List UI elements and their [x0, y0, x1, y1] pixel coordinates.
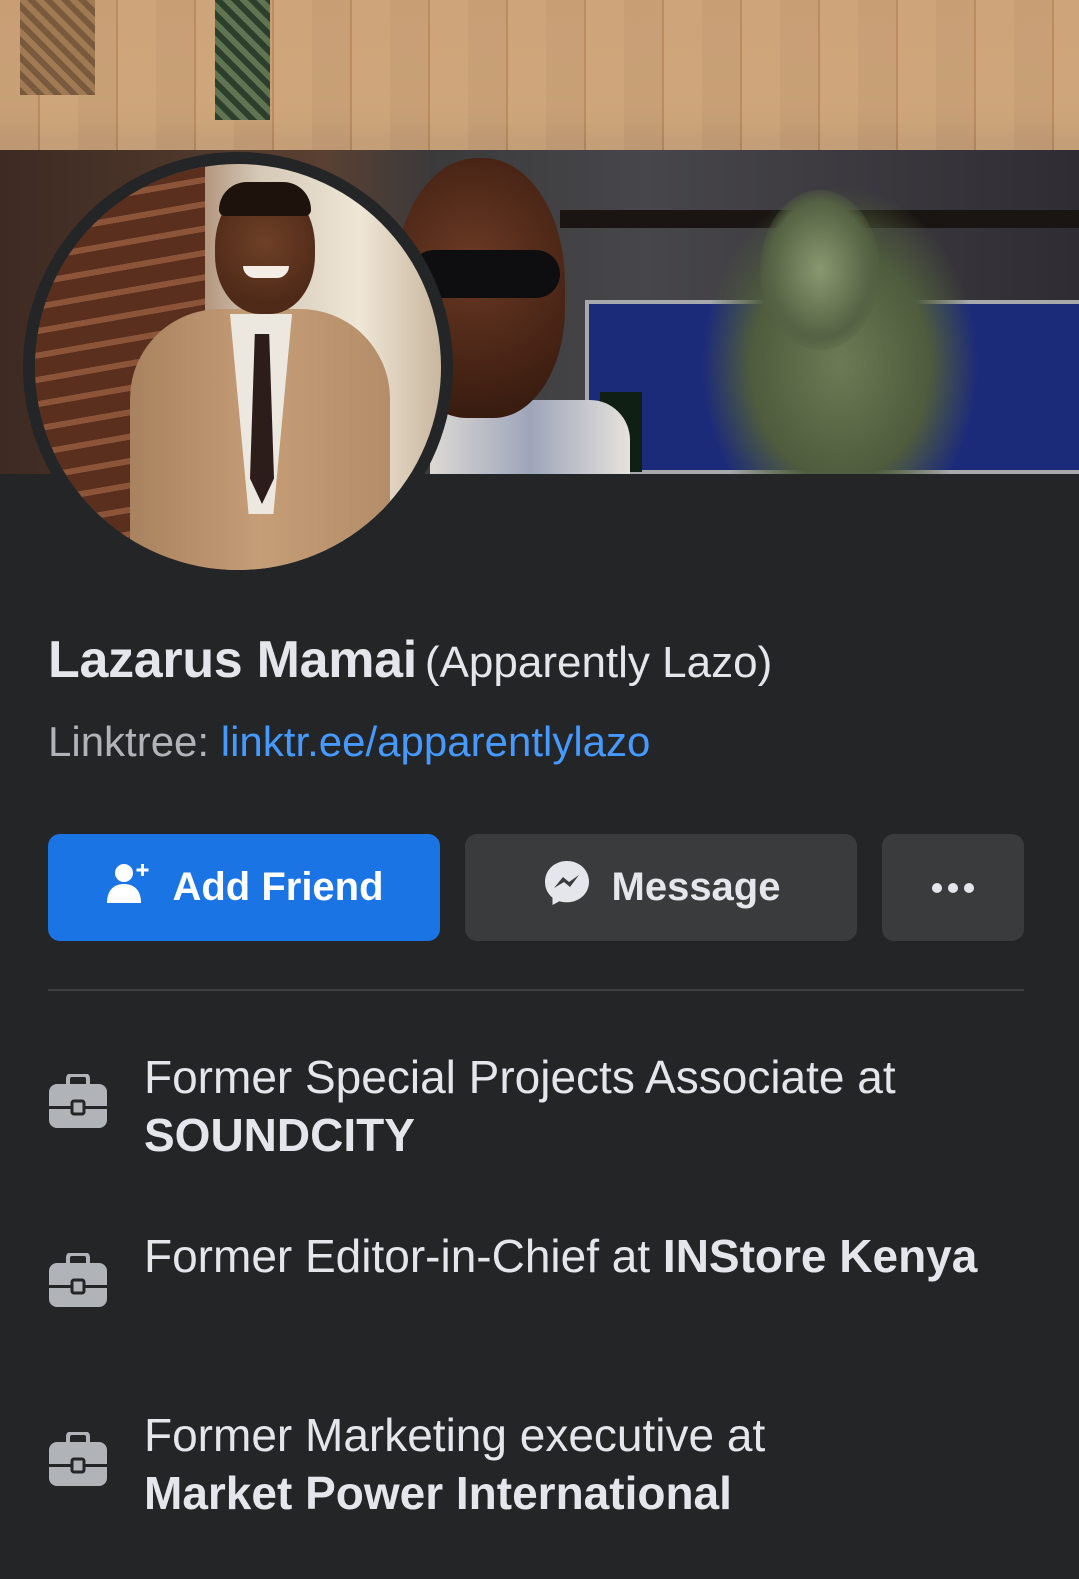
work-item-role: Former Editor-in-Chief at	[144, 1230, 651, 1282]
work-item: Former Marketing executive at Market Pow…	[48, 1406, 1038, 1526]
cover-decor-panel	[215, 0, 270, 120]
add-friend-button[interactable]: Add Friend	[48, 834, 440, 941]
avatar-hair	[219, 182, 311, 216]
briefcase-icon	[48, 1431, 108, 1488]
profile-name-row: Lazarus Mamai (Apparently Lazo)	[48, 630, 772, 690]
cover-ceiling	[0, 0, 1079, 150]
briefcase-icon	[48, 1073, 108, 1130]
more-options-button[interactable]	[882, 834, 1024, 941]
bio-link[interactable]: linktr.ee/apparentlylazo	[221, 718, 651, 765]
profile-picture[interactable]	[35, 164, 441, 570]
work-item-company[interactable]: INStore Kenya	[663, 1230, 977, 1282]
work-item-role: Former Special Projects Associate at	[144, 1051, 896, 1103]
work-item-text: Former Special Projects Associate at SOU…	[144, 1048, 1024, 1164]
work-item-role: Former Marketing executive at	[144, 1409, 766, 1461]
message-label: Message	[611, 865, 781, 909]
work-item: Former Special Projects Associate at SOU…	[48, 1048, 1038, 1168]
profile-page: Lazarus Mamai (Apparently Lazo) Linktree:…	[0, 0, 1079, 1579]
cover-tree-top	[760, 190, 880, 350]
work-item-text: Former Editor-in-Chief at INStore Kenya	[144, 1227, 1024, 1285]
work-item-company[interactable]: SOUNDCITY	[144, 1109, 415, 1161]
briefcase-icon	[48, 1252, 108, 1309]
more-dots-icon	[932, 882, 974, 893]
messenger-icon	[542, 858, 592, 918]
work-item-text: Former Marketing executive at Market Pow…	[144, 1406, 1024, 1522]
cover-decor-panel	[20, 0, 95, 95]
section-divider	[48, 989, 1024, 991]
add-friend-icon	[104, 859, 152, 917]
profile-picture-ring	[23, 152, 453, 582]
work-item-company[interactable]: Market Power International	[144, 1467, 732, 1519]
message-button[interactable]: Message	[465, 834, 857, 941]
avatar-smile	[243, 266, 289, 278]
work-item: Former Editor-in-Chief at INStore Kenya	[48, 1227, 1038, 1347]
bio-label: Linktree:	[48, 718, 210, 765]
profile-bio: Linktree: linktr.ee/apparentlylazo	[48, 718, 650, 766]
profile-alternate-name: (Apparently Lazo)	[424, 638, 773, 687]
profile-name: Lazarus Mamai	[48, 631, 417, 689]
add-friend-label: Add Friend	[172, 865, 384, 909]
